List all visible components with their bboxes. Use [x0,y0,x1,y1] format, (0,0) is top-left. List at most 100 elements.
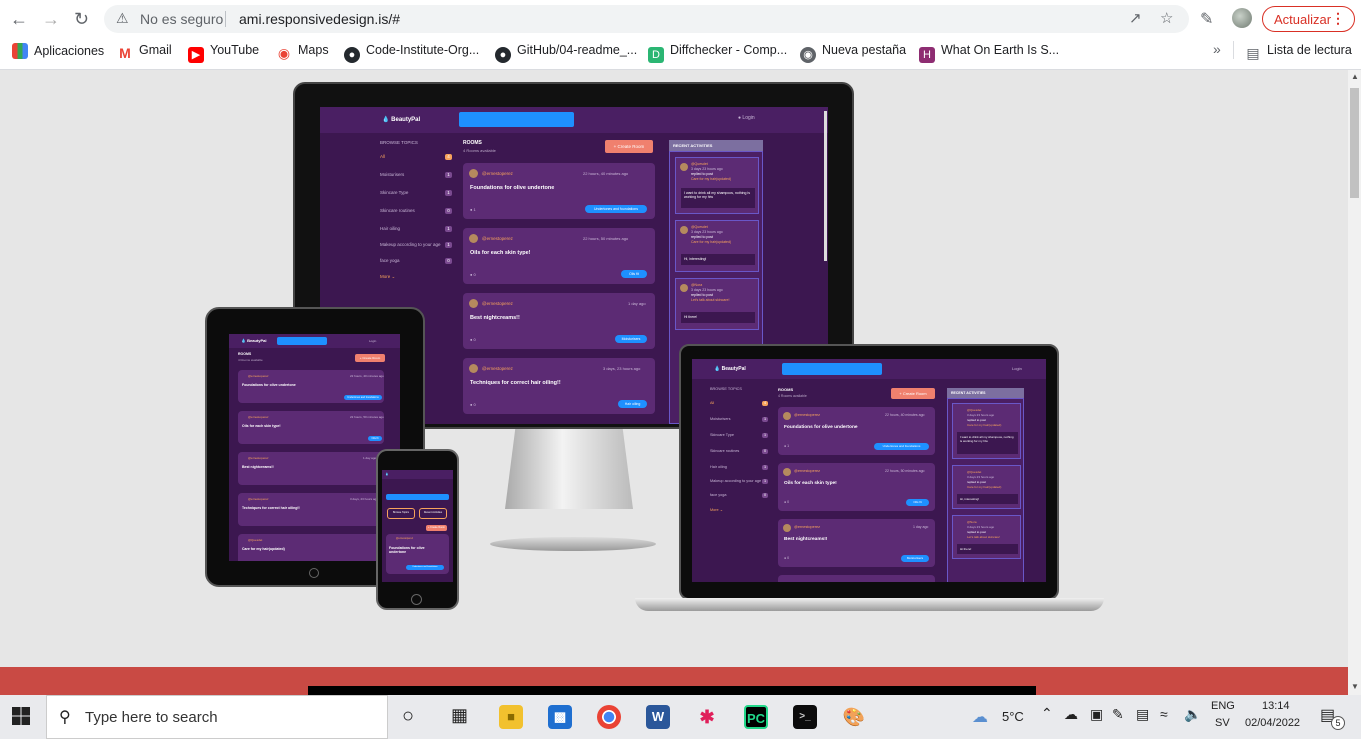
paint-icon[interactable]: 🎨 [842,705,866,729]
activity-card[interactable]: @Quesdet 3 days 23 hours ago replied to … [952,465,1021,509]
tablet-home-button[interactable] [309,568,319,578]
room-host[interactable]: @ernestoperez [482,236,513,241]
taskbar-search[interactable]: ⚲ Type here to search [46,695,388,739]
room-card[interactable]: @ernestoperez 22 hours, 40 minutes ago Fou… [238,370,384,403]
reading-list[interactable]: ▤ Lista de lectura [1245,43,1351,61]
url-text[interactable]: ami.responsivedesign.is/# [239,11,400,27]
security-label[interactable]: No es seguro [140,11,223,27]
app-search-input[interactable] [459,112,574,127]
bookmark-diffchecker[interactable]: D Diffchecker - Comp... [648,43,787,63]
wifi-icon[interactable]: ≈ [1160,706,1168,722]
file-explorer-icon[interactable]: ■ [499,705,523,729]
phone-home-button[interactable] [411,594,422,605]
more-topics-link[interactable]: More ⌄ [380,274,452,280]
activity-post[interactable]: Let's talk about skincare! [691,298,729,302]
room-host[interactable]: @ernestoperez [482,301,513,306]
keyboard-layout[interactable]: SV [1215,717,1230,729]
room-card[interactable]: @Quesdet Care for my hair(updated) [238,534,384,561]
clock-time[interactable]: 13:14 [1262,700,1290,712]
browse-topics-button[interactable]: Browse Topics [387,508,415,519]
clock-date[interactable]: 02/04/2022 [1245,717,1300,729]
app-login-link[interactable]: ● Login [738,115,755,121]
topic-all[interactable]: All 4 [380,154,452,160]
room-host[interactable]: @ernestoperez [482,171,513,176]
bookmark-youtube[interactable]: ▶ YouTube [188,43,259,63]
topic-item[interactable]: Moisturisers 1 [380,172,452,178]
topic-item[interactable]: Hair oiling 1 [710,465,768,470]
forward-icon[interactable]: → [42,9,60,30]
activity-user[interactable]: @Quesdet [691,162,708,166]
chrome-icon[interactable] [597,705,621,729]
topic-item[interactable]: Skincare Type 1 [380,190,452,196]
app-search-input[interactable] [782,363,882,375]
room-card[interactable]: @ernestoperez 3 days, 23 hours ago Techn… [463,358,655,414]
room-title[interactable]: Oils for each skin type! [470,250,531,256]
address-bar[interactable]: ⚠ No es seguro ami.responsivedesign.is/#… [104,5,1189,33]
terminal-icon[interactable]: >_ [793,705,817,729]
cortana-icon[interactable]: ○ [402,705,414,728]
chevron-up-icon[interactable]: ⌃ [1041,705,1053,722]
activity-post[interactable]: Care for my hair(updated) [691,240,731,244]
update-button[interactable]: Actualizar ⋮ [1262,6,1355,32]
pen-icon[interactable]: ✎ [1112,706,1124,723]
activity-card[interactable]: @Nora 3 days 23 hours ago replied to pos… [675,278,759,330]
room-topic-tag[interactable]: Undertones and foundations [585,205,647,213]
app-scrollbar[interactable] [824,111,827,261]
room-title[interactable]: Best nightcreams!! [470,315,520,321]
topic-item[interactable]: face yoga 0 [380,258,452,264]
room-title[interactable]: Foundations for olive undertone [470,185,554,191]
activity-card[interactable]: @Quesdet 3 days 23 hours ago replied to … [952,403,1021,459]
create-room-button[interactable]: + Create Room [426,525,447,531]
share-icon[interactable]: ↗ [1129,9,1142,27]
room-card[interactable] [778,575,935,582]
app-search-input[interactable] [277,337,327,345]
scroll-up-icon[interactable]: ▲ [1351,72,1359,81]
app-search-input[interactable] [386,494,449,500]
bookmark-github-readme[interactable]: ● GitHub/04-readme_... [495,43,637,63]
room-card[interactable]: @ernestoperez 22 hours, 40 minutes ago F… [778,407,935,455]
weather-temp[interactable]: 5°C [1002,709,1024,724]
app-login-link[interactable]: Login [1012,366,1022,371]
room-card[interactable]: @ernestoperez Foundations for olive unde… [386,534,449,574]
topic-item[interactable]: Skincare Type 1 [710,433,768,438]
room-topic-tag[interactable]: Oils fit [621,270,647,278]
recent-activities-button[interactable]: Recent Activities [419,508,447,519]
room-card[interactable]: @ernestoperez 22 hours, 50 minutes ago Oil… [238,411,384,444]
room-card[interactable]: @ernestoperez 22 hours, 50 minutes ago O… [778,463,935,511]
topic-item[interactable]: Hair oiling 1 [380,226,452,232]
reload-icon[interactable]: ↻ [74,9,89,30]
warning-icon[interactable]: ⚠ [116,10,129,27]
create-room-button[interactable]: + Create Room [605,140,653,153]
create-room-button[interactable]: + Create Room [355,354,385,362]
store-icon[interactable]: ▩ [548,705,572,729]
app-login-link[interactable]: Login [369,339,376,343]
topic-item[interactable]: Skincare routines 0 [710,449,768,454]
scrollbar-thumb[interactable] [1350,88,1359,198]
pycharm-icon[interactable]: PC [744,705,768,729]
activity-user[interactable]: @Nora [691,283,702,287]
meet-now-icon[interactable]: ▣ [1090,706,1103,723]
topic-item[interactable]: 1 Makeup according to your age [710,479,768,484]
weather-icon[interactable]: ☁ [972,707,988,727]
extensions-icon[interactable]: ✎ [1200,9,1213,29]
word-icon[interactable]: W [646,705,670,729]
bookmark-what-on-earth[interactable]: H What On Earth Is S... [919,43,1059,63]
activity-card[interactable]: @Nora 3 days 23 hours ago replied to pos… [952,515,1021,559]
chevron-right-icon[interactable]: » [1213,41,1221,57]
activity-card[interactable]: @Quesdet 3 days 23 hours ago replied to … [675,220,759,272]
topic-item[interactable]: Moisturisers 1 [710,417,768,422]
bookmark-maps[interactable]: ◉ Maps [276,43,329,61]
room-host[interactable]: @ernestoperez [482,366,513,371]
volume-icon[interactable]: 🔈 [1184,706,1201,723]
bookmark-apps[interactable]: Aplicaciones [12,43,104,59]
language-code[interactable]: ENG [1211,700,1235,712]
room-card[interactable]: @ernestoperez 22 hours, 40 minutes ago F… [463,163,655,219]
page-scrollbar[interactable]: ▲ ▼ [1348,70,1361,695]
more-topics-link[interactable]: More ⌄ [710,507,768,512]
task-view-icon[interactable]: ▦ [451,705,468,726]
star-icon[interactable]: ☆ [1160,9,1173,27]
topic-item[interactable]: Skincare routines 0 [380,208,452,214]
room-topic-tag[interactable]: Moisturisers [615,335,647,343]
activity-user[interactable]: @Quesdet [691,225,708,229]
room-card[interactable]: @ernestoperez 3 days, 23 hours ago Techniq… [238,493,384,526]
